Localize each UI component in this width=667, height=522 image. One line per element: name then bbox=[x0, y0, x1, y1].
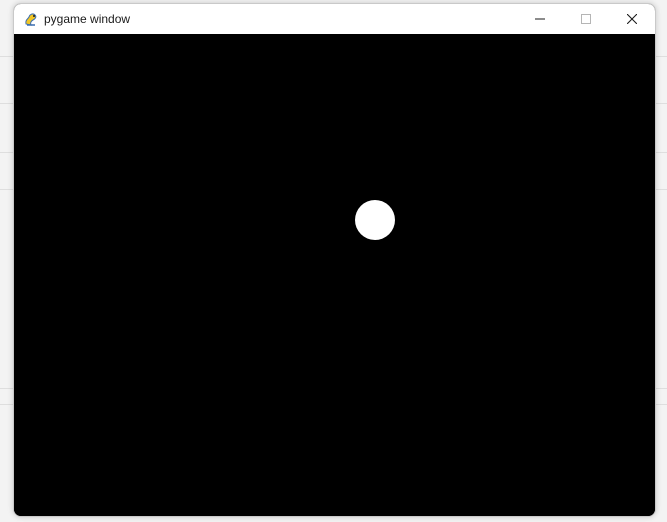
maximize-button[interactable] bbox=[563, 4, 609, 34]
maximize-icon bbox=[581, 14, 591, 24]
ball bbox=[355, 200, 395, 240]
close-icon bbox=[627, 14, 637, 24]
minimize-button[interactable] bbox=[517, 4, 563, 34]
pygame-window[interactable]: pygame window bbox=[13, 3, 656, 517]
title-bar[interactable]: pygame window bbox=[14, 4, 655, 34]
close-button[interactable] bbox=[609, 4, 655, 34]
pygame-snake-icon bbox=[23, 11, 39, 27]
game-canvas[interactable] bbox=[14, 34, 655, 516]
window-title: pygame window bbox=[44, 12, 131, 26]
minimize-icon bbox=[535, 18, 545, 20]
